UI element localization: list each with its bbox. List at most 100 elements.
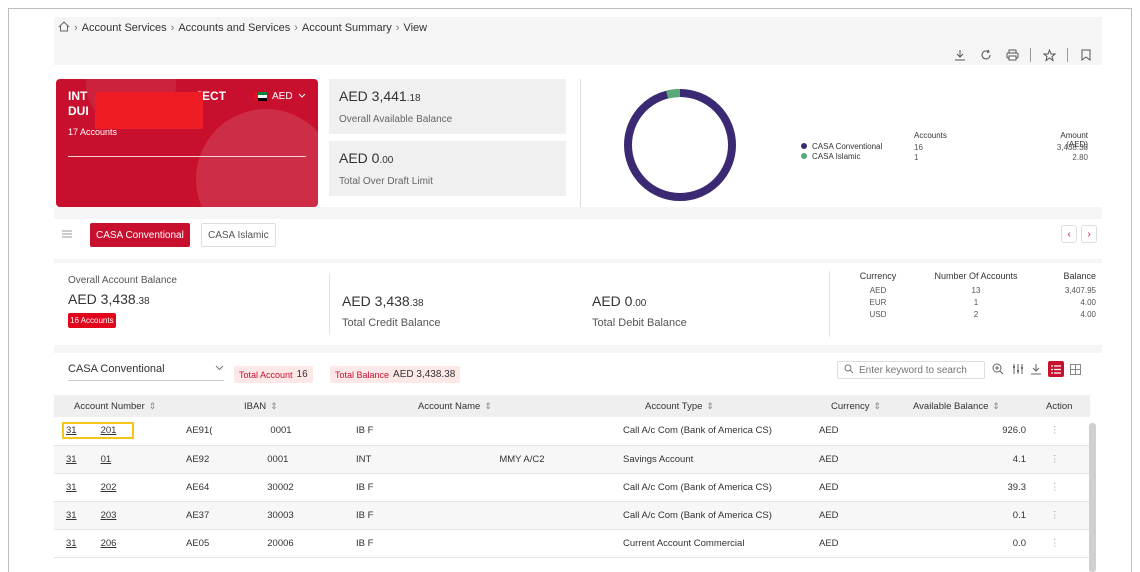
account-number-link[interactable]: 31 203 — [64, 509, 132, 522]
column-header-currency[interactable]: Currency ⇕ — [795, 395, 895, 417]
account-name-cell: IB F — [350, 501, 575, 530]
breadcrumb-item-account-summary[interactable]: Account Summary — [302, 22, 392, 34]
column-header-iban[interactable]: IBAN ⇕ — [180, 395, 350, 417]
breadcrumb-item-account-services[interactable]: Account Services — [82, 22, 167, 34]
tab-casa-conventional[interactable]: CASA Conventional — [90, 223, 190, 247]
account-number-suffix[interactable]: 206 — [101, 538, 117, 549]
list-view-icon[interactable] — [1048, 361, 1064, 377]
sort-icon[interactable]: ⇕ — [270, 401, 278, 411]
account-number-suffix[interactable]: 201 — [101, 425, 117, 436]
account-number-suffix[interactable]: 202 — [101, 482, 117, 493]
zoom-in-icon[interactable] — [990, 361, 1006, 377]
account-number-prefix[interactable]: 31 — [66, 538, 77, 549]
account-number-cell[interactable]: 31 203 — [54, 501, 180, 530]
breadcrumb: › Account Services › Accounts and Servic… — [58, 21, 427, 35]
row-action-menu-icon[interactable]: ⋮ — [1030, 501, 1090, 530]
home-icon[interactable] — [58, 21, 70, 35]
bookmark-icon[interactable] — [1078, 47, 1094, 63]
account-number-cell[interactable]: 31 202 — [54, 473, 180, 502]
refresh-icon[interactable] — [978, 47, 994, 63]
iban-cell: AE91(0001 — [180, 417, 350, 446]
currency-column: Currency AED EUR USD — [858, 271, 898, 322]
account-category-select[interactable]: CASA Conventional — [68, 363, 224, 381]
row-action-menu-icon[interactable]: ⋮ — [1030, 473, 1090, 502]
account-number-prefix[interactable]: 31 — [66, 454, 77, 465]
column-header-available-balance[interactable]: Available Balance ⇕ — [895, 395, 1030, 417]
sort-icon[interactable]: ⇕ — [992, 401, 1000, 411]
account-number-prefix[interactable]: 31 — [66, 425, 77, 436]
toolbar-divider — [1067, 48, 1068, 62]
account-number-link[interactable]: 31 206 — [64, 537, 132, 550]
available-balance-cell: 0.0 — [895, 529, 1030, 558]
table-row[interactable]: 31 202 AE64 30002 IB F Call A/c Com (Bank of … — [54, 473, 1090, 502]
credit-balance-label: Total Credit Balance — [342, 317, 441, 329]
menu-icon[interactable] — [58, 225, 76, 243]
column-header-account-type[interactable]: Account Type ⇕ — [575, 395, 795, 417]
chevron-right-icon[interactable]: › — [1081, 225, 1097, 243]
download-icon[interactable] — [952, 47, 968, 63]
tab-casa-islamic[interactable]: CASA Islamic — [201, 223, 276, 247]
donut-segment-islamic[interactable] — [620, 85, 740, 205]
table-row[interactable]: 31 206 AE05 20006 IB F Current Account Commer… — [54, 529, 1090, 558]
account-number-prefix[interactable]: 31 — [66, 510, 77, 521]
account-number-link[interactable]: 31 201 — [62, 422, 134, 440]
sort-icon[interactable]: ⇕ — [874, 401, 882, 411]
account-name-cell: INT MMY A/C2 — [350, 445, 575, 474]
total-account-chip: Total Account 16 — [234, 366, 313, 383]
accounts-count: 17 Accounts — [68, 127, 118, 137]
table-scrollbar[interactable] — [1089, 423, 1096, 572]
chevron-left-icon[interactable]: ‹ — [1061, 225, 1077, 243]
accounts-donut-chart[interactable] — [620, 85, 740, 205]
account-number-prefix[interactable]: 31 — [66, 482, 77, 493]
currency-header: Currency — [859, 271, 897, 281]
card-divider — [68, 156, 306, 157]
balance-header: Balance — [1063, 271, 1096, 281]
table-row[interactable]: 31 01 AE92 0001 INT MMY A/C2 Savings Account AE… — [54, 445, 1090, 474]
currency-cell: USD — [869, 310, 887, 319]
account-number-suffix[interactable]: 203 — [101, 510, 117, 521]
available-balance-cell: 4.1 — [895, 445, 1030, 474]
currency-cell: EUR — [869, 298, 887, 307]
account-number-link[interactable]: 31 202 — [64, 481, 132, 494]
account-number-cell[interactable]: 31 206 — [54, 529, 180, 558]
download-icon[interactable] — [1028, 361, 1044, 377]
grid-view-icon[interactable] — [1067, 361, 1083, 377]
account-name-cell: IB F — [350, 529, 575, 558]
currency-selector[interactable]: AED — [254, 91, 306, 102]
table-row[interactable]: 31 201 AE91(0001 IB F Call A/c Com (Bank of … — [54, 417, 1090, 446]
column-settings-icon[interactable] — [1010, 361, 1026, 377]
column-header-action: Action — [1030, 395, 1090, 417]
row-action-menu-icon[interactable]: ⋮ — [1030, 417, 1090, 446]
row-action-menu-icon[interactable]: ⋮ — [1030, 529, 1090, 558]
account-number-link[interactable]: 31 01 — [64, 453, 132, 466]
print-icon[interactable] — [1004, 47, 1020, 63]
breadcrumb-separator: › — [395, 22, 400, 34]
number-of-accounts-cell: 13 — [971, 286, 981, 295]
sort-icon[interactable]: ⇕ — [706, 401, 714, 411]
available-balance-amount: AED 3,441.18 — [339, 88, 421, 104]
table-row[interactable]: 31 203 AE37 30003 IB F Call A/c Com (Bank of … — [54, 501, 1090, 530]
star-icon[interactable] — [1041, 47, 1057, 63]
page-toolbar — [952, 47, 1094, 63]
search-input[interactable] — [859, 364, 969, 376]
chevron-down-icon — [298, 91, 306, 102]
credit-balance-amount: AED 3,438.38 — [342, 293, 424, 309]
sort-icon[interactable]: ⇕ — [484, 401, 492, 411]
donut-segment-conventional[interactable] — [624, 89, 736, 201]
balance-cell: 4.00 — [1080, 298, 1096, 307]
sort-icon[interactable]: ⇕ — [149, 401, 157, 411]
row-action-menu-icon[interactable]: ⋮ — [1030, 445, 1090, 474]
column-header-account-name[interactable]: Account Name ⇕ — [350, 395, 575, 417]
account-number-cell[interactable]: 31 01 — [54, 445, 180, 474]
donut-accounts-value: 1 — [914, 153, 919, 162]
iban-cell: AE37 30003 — [180, 501, 350, 530]
column-header-account-number[interactable]: Account Number ⇕ — [54, 395, 180, 417]
balance-summary: Overall Account Balance AED 3,438.38 16 … — [54, 263, 1102, 345]
currency-cell: AED — [795, 529, 895, 558]
breadcrumb-item-accounts-and-services[interactable]: Accounts and Services — [178, 22, 290, 34]
account-number-cell[interactable]: 31 201 — [54, 417, 180, 446]
currency-cell: AED — [795, 473, 895, 502]
account-number-suffix[interactable]: 01 — [101, 454, 112, 465]
available-balance-box: AED 3,441.18 Overall Available Balance — [329, 79, 566, 134]
donut-amount-header: Amount (AED) — [1060, 131, 1088, 149]
